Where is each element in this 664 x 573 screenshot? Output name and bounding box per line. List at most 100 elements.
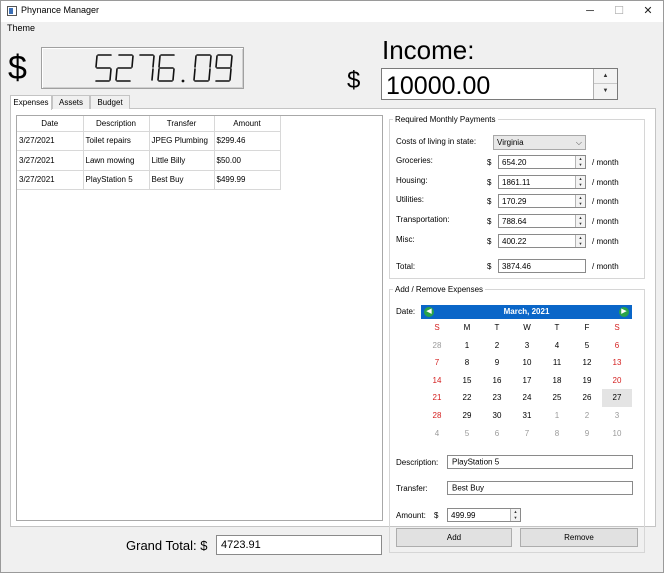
table-cell[interactable]: 3/27/2021	[17, 150, 84, 171]
description-value[interactable]: PlayStation 5	[452, 458, 499, 467]
monthly-item-value[interactable]: 654.20	[502, 158, 526, 167]
description-input[interactable]: PlayStation 5	[447, 455, 633, 469]
down-arrow-icon[interactable]: ▼	[576, 201, 585, 207]
calendar-day[interactable]: 8	[452, 354, 482, 372]
calendar-day[interactable]: 4	[542, 337, 572, 355]
amount-spinbox[interactable]: 499.99 ▲ ▼	[447, 508, 521, 522]
monthly-item-spinbox[interactable]: 170.29 ▲ ▼	[498, 194, 586, 208]
next-month-arrow-icon[interactable]: ▶	[619, 307, 629, 317]
calendar-day[interactable]: 19	[572, 372, 602, 390]
calendar-day[interactable]: 22	[452, 389, 482, 407]
calendar-day[interactable]: 23	[482, 389, 512, 407]
title-bar[interactable]: Phynance Manager ─ ☐ ✕	[1, 1, 663, 22]
calendar-day[interactable]: 1	[452, 337, 482, 355]
amount-down-arrow-icon[interactable]: ▼	[511, 515, 520, 521]
calendar-day[interactable]: 9	[572, 425, 602, 443]
calendar-day[interactable]: 26	[572, 389, 602, 407]
calendar-day[interactable]: 24	[512, 389, 542, 407]
calendar[interactable]: ◀ March, 2021 ▶ S M T W T F S 28 1 2 3 4 5 6 7 8 9 10 11 12…	[421, 305, 632, 444]
lcd-digit	[157, 54, 175, 82]
calendar-day[interactable]: 9	[482, 354, 512, 372]
menu-theme[interactable]: Theme	[7, 23, 35, 33]
calendar-day[interactable]: 10	[602, 425, 632, 443]
table-cell[interactable]: Lawn mowing	[83, 150, 150, 171]
monthly-item-value[interactable]: 1861.11	[502, 178, 530, 187]
table-row[interactable]: 3/27/2021 PlayStation 5 Best Buy $499.99	[17, 170, 281, 190]
monthly-item-value[interactable]: 400.22	[502, 237, 526, 246]
calendar-day[interactable]: 21	[422, 389, 452, 407]
income-down-arrow-icon[interactable]: ▼	[594, 84, 617, 99]
down-arrow-icon[interactable]: ▼	[576, 162, 585, 168]
monthly-item-spinbox[interactable]: 788.64 ▲ ▼	[498, 214, 586, 228]
table-cell[interactable]: $50.00	[214, 150, 281, 171]
monthly-item-value[interactable]: 170.29	[502, 197, 526, 206]
calendar-day[interactable]: 14	[422, 372, 452, 390]
monthly-item-spinbox[interactable]: 654.20 ▲ ▼	[498, 155, 586, 169]
down-arrow-icon[interactable]: ▼	[576, 221, 585, 227]
calendar-day[interactable]: 6	[482, 425, 512, 443]
add-button[interactable]: Add	[396, 528, 512, 547]
calendar-day[interactable]: 7	[512, 425, 542, 443]
table-cell[interactable]: $499.99	[214, 170, 281, 190]
transfer-value[interactable]: Best Buy	[452, 484, 484, 493]
calendar-day[interactable]: 20	[602, 372, 632, 390]
table-row[interactable]: 3/27/2021 Toilet repairs JPEG Plumbing $299…	[17, 131, 281, 151]
calendar-day[interactable]: 31	[512, 407, 542, 425]
column-header[interactable]: Date	[17, 116, 84, 132]
tab-budget[interactable]: Budget	[90, 95, 130, 109]
calendar-day[interactable]: 3	[602, 407, 632, 425]
calendar-day[interactable]: 18	[542, 372, 572, 390]
calendar-day[interactable]: 10	[512, 354, 542, 372]
monthly-item-spinbox[interactable]: 400.22 ▲ ▼	[498, 234, 586, 248]
transfer-input[interactable]: Best Buy	[447, 481, 633, 495]
calendar-day[interactable]: 17	[512, 372, 542, 390]
calendar-day[interactable]: 16	[482, 372, 512, 390]
table-cell[interactable]: JPEG Plumbing	[149, 131, 215, 151]
table-cell[interactable]: Best Buy	[149, 170, 215, 190]
calendar-day[interactable]: 25	[542, 389, 572, 407]
calendar-day[interactable]: 15	[452, 372, 482, 390]
expenses-table-view[interactable]: Date Description Transfer Amount 3/27/2021 T…	[16, 115, 383, 521]
remove-button[interactable]: Remove	[520, 528, 638, 547]
calendar-day[interactable]: 13	[602, 354, 632, 372]
calendar-day[interactable]: 7	[422, 354, 452, 372]
column-header[interactable]: Transfer	[149, 116, 215, 132]
calendar-day[interactable]: 30	[482, 407, 512, 425]
close-button[interactable]: ✕	[631, 1, 663, 22]
calendar-day[interactable]: 28	[422, 407, 452, 425]
calendar-day[interactable]: 5	[452, 425, 482, 443]
calendar-day[interactable]: 4	[422, 425, 452, 443]
calendar-day[interactable]: 8	[542, 425, 572, 443]
table-cell[interactable]: $299.46	[214, 131, 281, 151]
calendar-day[interactable]: 28	[422, 337, 452, 355]
column-header[interactable]: Description	[83, 116, 150, 132]
calendar-day[interactable]: 5	[572, 337, 602, 355]
table-cell[interactable]: 3/27/2021	[17, 170, 84, 190]
down-arrow-icon[interactable]: ▼	[576, 241, 585, 247]
calendar-day[interactable]: 2	[482, 337, 512, 355]
table-row[interactable]: 3/27/2021 Lawn mowing Little Billy $50.00	[17, 150, 281, 171]
state-dropdown[interactable]: Virginia ⌵	[493, 135, 586, 150]
calendar-day[interactable]: 2	[572, 407, 602, 425]
calendar-day[interactable]: 12	[572, 354, 602, 372]
income-spinbox[interactable]: 10000.00 ▲ ▼	[381, 68, 618, 100]
monthly-item-spinbox[interactable]: 1861.11 ▲ ▼	[498, 175, 586, 189]
calendar-day[interactable]: 27	[602, 389, 632, 407]
table-cell[interactable]: Toilet repairs	[83, 131, 150, 151]
table-cell[interactable]: 3/27/2021	[17, 131, 84, 151]
tab-assets[interactable]: Assets	[52, 95, 90, 109]
calendar-day[interactable]: 1	[542, 407, 572, 425]
income-value[interactable]: 10000.00	[386, 72, 490, 101]
calendar-day[interactable]: 6	[602, 337, 632, 355]
income-up-arrow-icon[interactable]: ▲	[594, 69, 617, 84]
table-cell[interactable]: PlayStation 5	[83, 170, 150, 190]
calendar-day[interactable]: 3	[512, 337, 542, 355]
calendar-day[interactable]: 29	[452, 407, 482, 425]
tab-expenses[interactable]: Expenses	[10, 95, 52, 110]
down-arrow-icon[interactable]: ▼	[576, 182, 585, 188]
table-cell[interactable]: Little Billy	[149, 150, 215, 171]
calendar-day[interactable]: 11	[542, 354, 572, 372]
amount-value[interactable]: 499.99	[451, 511, 475, 520]
monthly-item-value[interactable]: 788.64	[502, 217, 526, 226]
column-header[interactable]: Amount	[214, 116, 281, 132]
